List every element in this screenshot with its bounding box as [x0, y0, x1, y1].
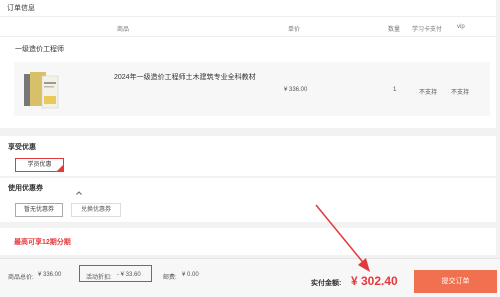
- column-price: 单价: [288, 27, 301, 33]
- product-row: 2024年一级造价工程师土木建筑专业全科教材 ¥ 336.00 1 不支持 不支…: [14, 62, 490, 116]
- selected-corner-icon: [56, 164, 64, 172]
- installment-panel: 最高可享12期分期: [0, 228, 496, 255]
- order-panel: 订单信息 商品 单价 数量 学习卡支付 vip 一级造价工程师 2024年一级造…: [0, 0, 496, 128]
- book-image: [24, 72, 59, 109]
- tab-no-coupon[interactable]: 暂无优惠券: [15, 203, 63, 217]
- product-vip: 不支持: [451, 90, 470, 96]
- divider: [0, 16, 496, 17]
- shipping-value: ¥ 0.00: [182, 272, 199, 278]
- benefits-title: 享受优惠: [8, 144, 36, 151]
- product-price: ¥ 336.00: [284, 87, 308, 93]
- chevron-up-icon[interactable]: [76, 183, 82, 195]
- product-name[interactable]: 2024年一级造价工程师土木建筑专业全科教材: [114, 72, 256, 82]
- product-thumbnail[interactable]: [22, 70, 62, 112]
- benefits-panel: 享受优惠 学员优惠: [0, 136, 496, 176]
- pay-amount: ¥ 302.40: [351, 274, 398, 288]
- order-section-title: 订单信息: [7, 5, 35, 12]
- shipping-label: 邮费:: [163, 275, 177, 281]
- column-product: 商品: [117, 27, 130, 33]
- product-card-pay: 不支持: [419, 90, 438, 96]
- group-title: 一级造价工程师: [15, 46, 64, 53]
- footer-bar: 商品总价: ¥ 336.00 活动折扣: - ¥ 33.60 邮费: ¥ 0.0…: [0, 258, 500, 297]
- annotation-highlight-box: [79, 265, 152, 282]
- coupons-panel: 使用优惠券 暂无优惠券 兑换优惠券: [0, 178, 496, 222]
- goods-total-label: 商品总价:: [8, 275, 34, 281]
- divider: [0, 36, 496, 37]
- installment-text: 最高可享12期分期: [14, 239, 71, 246]
- column-vip: vip: [457, 24, 465, 30]
- pay-label: 实付金额:: [311, 280, 342, 287]
- column-card-pay: 学习卡支付: [412, 27, 443, 33]
- tab-redeem-coupon[interactable]: 兑换优惠券: [71, 203, 121, 217]
- product-quantity: 1: [393, 87, 397, 93]
- column-quantity: 数量: [388, 27, 401, 33]
- goods-total-value: ¥ 336.00: [38, 272, 62, 278]
- submit-order-button[interactable]: 提交订单: [414, 270, 497, 293]
- coupons-title: 使用优惠券: [8, 185, 43, 192]
